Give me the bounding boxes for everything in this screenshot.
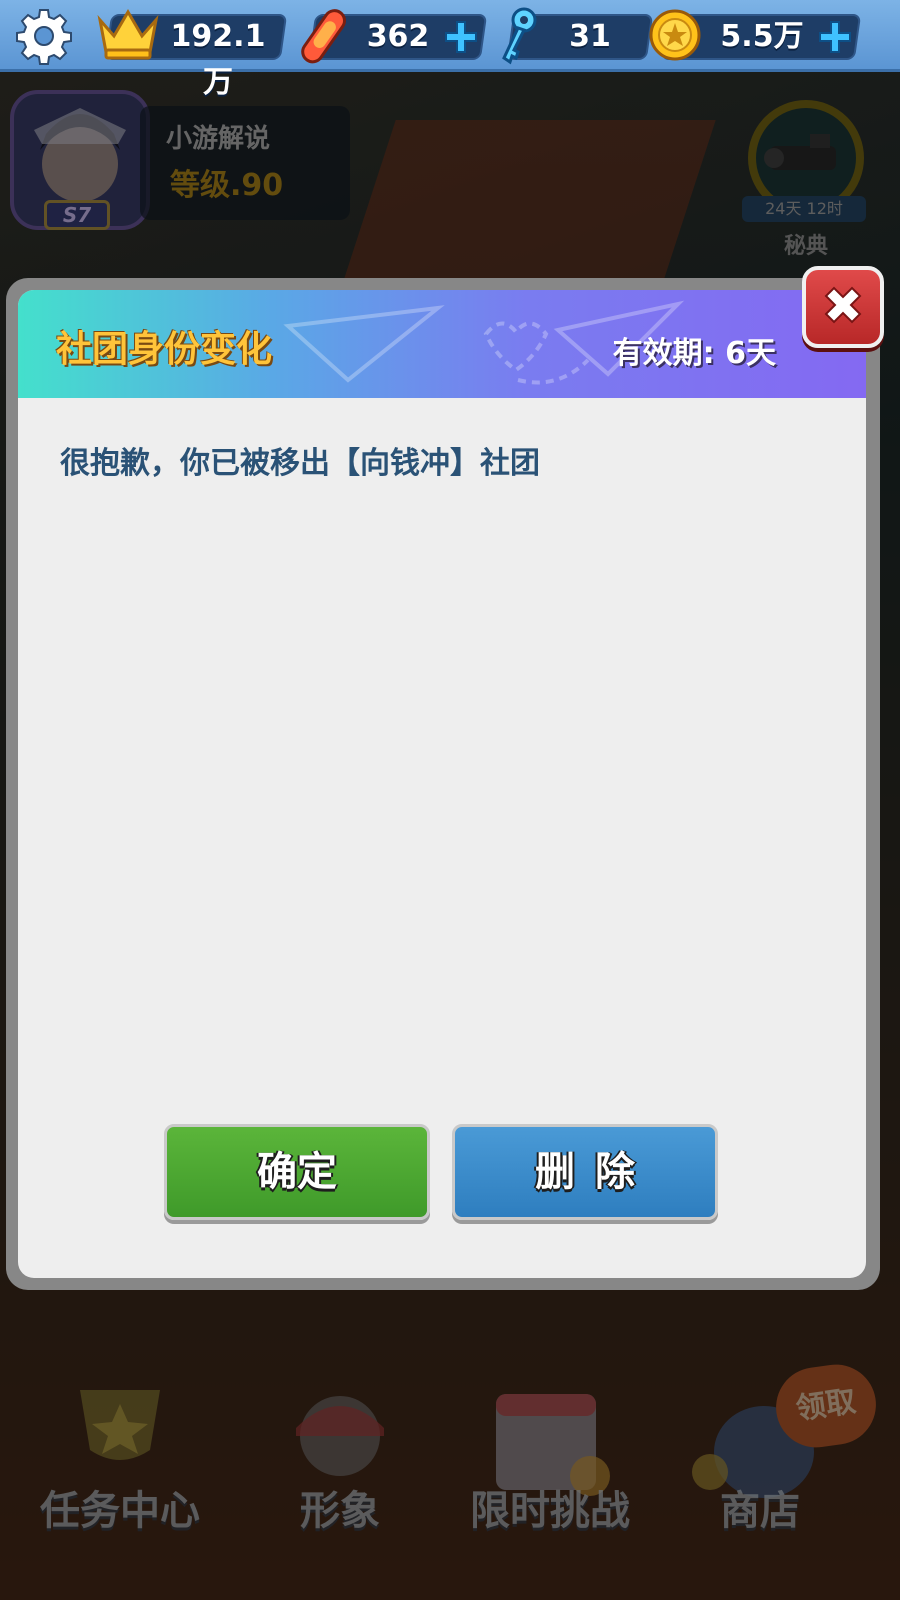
skateboard-value: 362 [366, 19, 430, 54]
coin-value: 5.5万 [720, 19, 804, 54]
dialog-header: 社团身份变化 有效期: 6天 [18, 290, 866, 398]
dialog-message: 很抱歉，你已被移出【向钱冲】社团 [60, 446, 540, 481]
key-icon [496, 6, 540, 70]
dialog-validity: 有效期: 6天 [612, 336, 776, 371]
crown-icon [96, 6, 160, 66]
gear-icon[interactable] [14, 6, 74, 66]
delete-button[interactable]: 删除 [452, 1124, 718, 1220]
club-status-dialog: 社团身份变化 有效期: 6天 很抱歉，你已被移出【向钱冲】社团 [18, 290, 866, 1278]
coin-icon [648, 8, 702, 66]
skateboard-icon [298, 6, 352, 70]
coin-add-plus-icon[interactable] [818, 18, 852, 56]
close-icon[interactable] [802, 266, 884, 348]
key-value: 31 [569, 19, 611, 54]
crown-value: 192.1万 [170, 19, 266, 100]
confirm-button[interactable]: 确定 [164, 1124, 430, 1220]
skateboard-add-plus-icon[interactable] [444, 18, 478, 56]
dialog-title: 社团身份变化 [56, 329, 273, 370]
